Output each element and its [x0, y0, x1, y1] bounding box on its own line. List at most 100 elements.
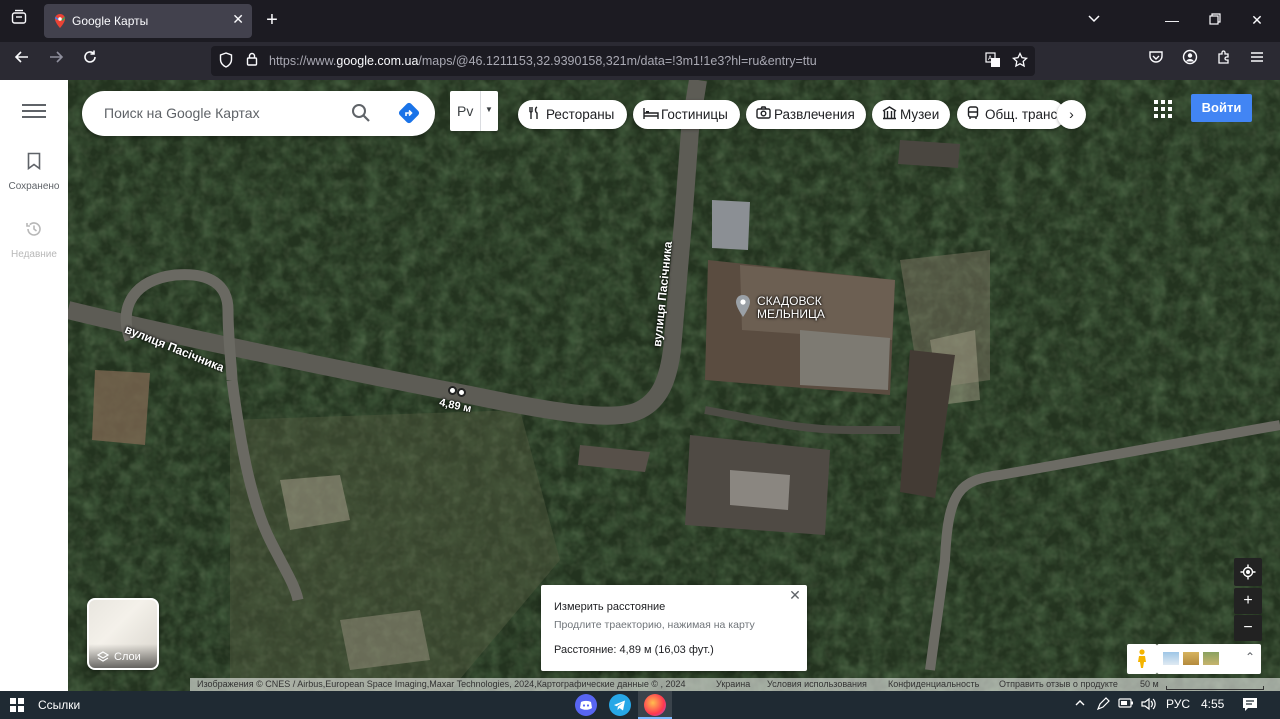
telegram-icon[interactable]	[609, 694, 631, 716]
minimize-icon[interactable]: —	[1158, 6, 1186, 34]
restore-icon[interactable]	[1201, 6, 1229, 34]
url-path: /maps/@46.1211153,32.9390158,321m/data=!…	[418, 54, 817, 68]
discord-icon[interactable]	[575, 694, 597, 716]
measure-point[interactable]	[457, 388, 466, 397]
chip-museums[interactable]: Музеи	[872, 100, 950, 129]
lock-icon[interactable]	[243, 52, 261, 70]
chip-label: Развлечения	[774, 107, 855, 122]
layers-label: Слои	[114, 651, 141, 663]
windows-start-icon[interactable]	[10, 698, 24, 712]
chevron-right-icon[interactable]: ›	[1057, 100, 1086, 129]
forward-arrow-icon[interactable]	[43, 48, 69, 74]
layers-icon	[97, 651, 109, 662]
language-select[interactable]: Рv ▼	[450, 91, 498, 131]
tab-bar: Google Карты ✕ + — ✕	[0, 0, 1280, 42]
input-language[interactable]: РУС	[1166, 697, 1190, 711]
saved-button[interactable]: Сохранено	[0, 152, 68, 192]
account-icon[interactable]	[1177, 48, 1203, 74]
expand-icon[interactable]: ⌃	[1245, 650, 1255, 664]
tab-title: Google Карты	[72, 14, 149, 28]
imagery-credit: Изображения © CNES / Airbus,European Spa…	[197, 679, 686, 689]
clock[interactable]: 4:55	[1201, 697, 1224, 711]
poi-name: СКАДОВСК МЕЛЬНИЦА	[757, 294, 825, 321]
caret-down-icon[interactable]: ▼	[485, 105, 493, 114]
translate-icon[interactable]: A	[984, 52, 1002, 70]
attribution-bar: Изображения © CNES / Airbus,European Spa…	[190, 678, 1280, 691]
imagery-thumb-3[interactable]	[1203, 652, 1219, 665]
star-icon[interactable]	[1011, 51, 1029, 70]
recent-button[interactable]: Недавние	[0, 220, 68, 260]
close-icon[interactable]: ✕	[787, 587, 803, 603]
chip-label: Музеи	[900, 107, 940, 122]
measure-hint: Продлите траекторию, нажимая на карту	[554, 619, 755, 631]
back-arrow-icon[interactable]	[9, 48, 35, 74]
my-location-icon[interactable]	[1234, 558, 1262, 586]
plus-icon[interactable]: +	[262, 8, 282, 32]
history-icon	[0, 220, 68, 243]
hamburger-icon[interactable]	[1244, 48, 1270, 74]
search-icon[interactable]	[350, 102, 372, 124]
links-toolbar[interactable]: Ссылки	[38, 698, 80, 712]
chip-hotels[interactable]: Гостиницы	[633, 100, 740, 129]
puzzle-icon[interactable]	[1211, 48, 1237, 74]
chip-restaurants[interactable]: Рестораны	[518, 100, 627, 129]
camera-icon	[756, 106, 771, 123]
zoom-in-button[interactable]: +	[1234, 588, 1262, 614]
privacy-link[interactable]: Конфиденциальность	[888, 679, 979, 689]
battery-icon[interactable]	[1118, 697, 1134, 712]
layers-button[interactable]: Слои	[87, 598, 159, 670]
url-domain: google.com.ua	[336, 54, 419, 68]
taskbar: Ссылки РУС 4:55	[0, 691, 1280, 719]
url-text[interactable]: https://www.google.com.ua/maps/@46.12111…	[269, 54, 817, 68]
map-pin-icon	[736, 295, 750, 317]
chip-label: Рестораны	[546, 107, 615, 122]
imagery-thumb-2[interactable]	[1183, 652, 1199, 665]
museum-icon	[882, 106, 897, 124]
menu-icon[interactable]	[22, 104, 46, 122]
shield-icon[interactable]	[217, 52, 235, 70]
chevron-down-icon[interactable]	[1080, 6, 1108, 34]
tray-overflow-icon[interactable]	[1074, 697, 1086, 712]
search-box	[82, 91, 435, 136]
language-label: Рv	[457, 103, 474, 119]
recent-label: Недавние	[11, 249, 57, 260]
maps-side-rail: Сохранено Недавние	[0, 80, 68, 691]
bed-icon	[643, 106, 659, 124]
firefox-icon[interactable]	[644, 694, 666, 716]
divider	[480, 91, 481, 131]
imagery-thumb-1[interactable]	[1163, 652, 1179, 665]
navigation-bar: https://www.google.com.ua/maps/@46.12111…	[0, 42, 1280, 80]
feedback-link[interactable]: Отправить отзыв о продукте	[999, 679, 1118, 689]
imagery-strip[interactable]: ⌃	[1157, 644, 1261, 674]
zoom-out-button[interactable]: −	[1234, 615, 1262, 641]
measure-distance: Расстояние: 4,89 м (16,03 фут.)	[554, 644, 714, 656]
chip-label: Общ. транспорт	[985, 107, 1065, 122]
tab-list-icon[interactable]	[6, 8, 32, 34]
bus-icon	[967, 106, 979, 124]
close-tab-icon[interactable]: ✕	[232, 11, 244, 28]
browser-tab[interactable]: Google Карты ✕	[44, 4, 252, 38]
volume-icon[interactable]	[1140, 697, 1156, 714]
street-view-pegman[interactable]	[1127, 644, 1157, 674]
pen-icon[interactable]	[1096, 697, 1110, 714]
bookmark-icon	[0, 152, 68, 175]
chip-entertainment[interactable]: Развлечения	[746, 100, 866, 129]
apps-grid-icon[interactable]	[1154, 100, 1172, 118]
country-link[interactable]: Украина	[716, 679, 750, 689]
close-window-icon[interactable]: ✕	[1243, 6, 1271, 34]
measure-point[interactable]	[448, 386, 457, 395]
fork-knife-icon	[528, 106, 540, 124]
measure-distance-card: Измерить расстояние Продлите траекторию,…	[541, 585, 807, 671]
chip-transit[interactable]: Общ. транспорт	[957, 100, 1065, 129]
search-input[interactable]	[104, 103, 344, 123]
notifications-icon[interactable]	[1242, 697, 1258, 714]
url-bar[interactable]: https://www.google.com.ua/maps/@46.12111…	[211, 46, 1035, 76]
reload-icon[interactable]	[77, 48, 103, 74]
directions-icon[interactable]	[398, 102, 420, 124]
scale-bar[interactable]	[1166, 686, 1264, 690]
terms-link[interactable]: Условия использования	[767, 679, 867, 689]
saved-label: Сохранено	[8, 181, 60, 192]
url-prefix: https://www.	[269, 54, 337, 68]
pocket-icon[interactable]	[1143, 48, 1169, 74]
sign-in-button[interactable]: Войти	[1191, 94, 1252, 122]
